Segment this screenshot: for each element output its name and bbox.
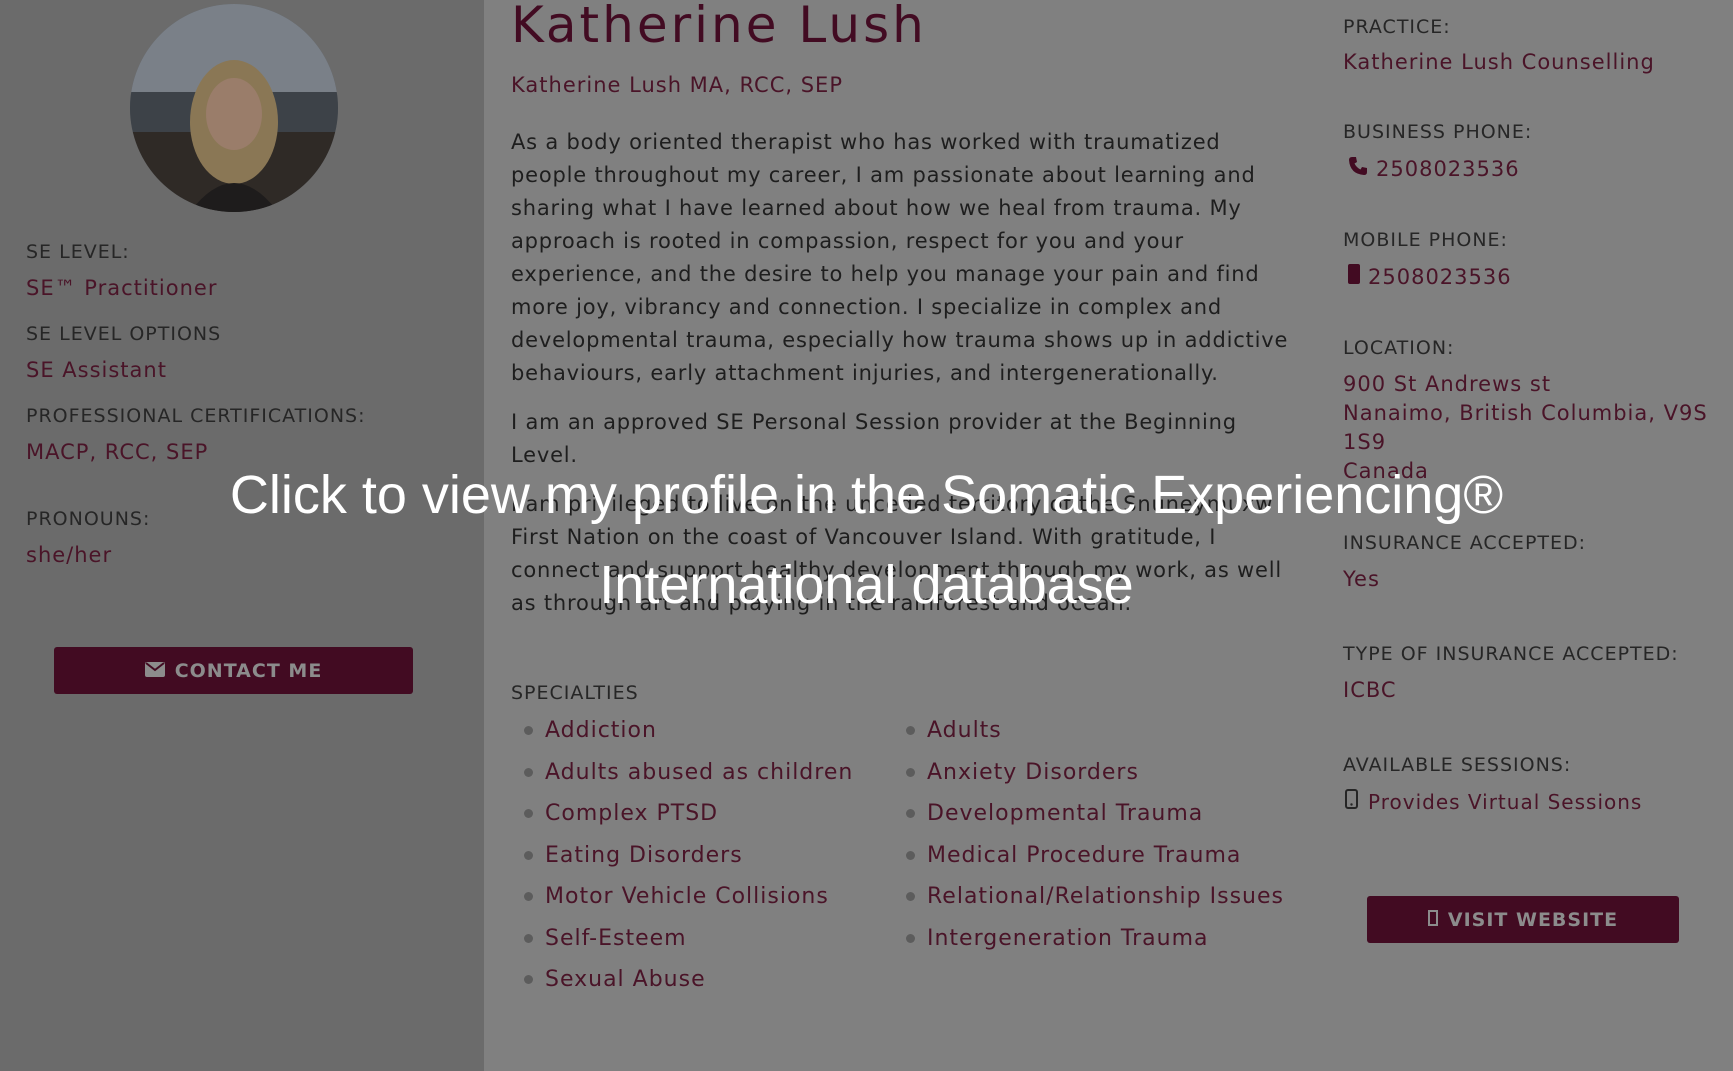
sessions-label: AVAILABLE SESSIONS: (1343, 754, 1572, 776)
pronouns-value: she/her (26, 543, 113, 567)
avatar (130, 4, 338, 212)
specialty-item: Medical Procedure Trauma (906, 843, 1241, 868)
visit-website-label: VISIT WEBSITE (1447, 908, 1619, 931)
visit-website-button[interactable]: VISIT WEBSITE (1367, 896, 1679, 943)
practice-value: Katherine Lush Counselling (1343, 50, 1655, 74)
insurance-type-label: TYPE OF INSURANCE ACCEPTED: (1343, 643, 1679, 665)
location-line-2: Nanaimo, British Columbia, V9S (1343, 401, 1708, 425)
certifications-label: PROFESSIONAL CERTIFICATIONS: (26, 405, 366, 427)
bullet-icon (906, 851, 915, 860)
bio-text-2: I am an approved SE Personal Session pro… (511, 410, 1237, 467)
location-line-1: 900 St Andrews st (1343, 372, 1552, 396)
specialty-item: Motor Vehicle Collisions (524, 884, 829, 909)
specialty-label: Addiction (545, 718, 657, 743)
se-level-label: SE LEVEL: (26, 241, 130, 263)
contact-me-button[interactable]: CONTACT ME (54, 647, 413, 694)
bullet-icon (906, 809, 915, 818)
bullet-icon (524, 851, 533, 860)
se-options-value: SE Assistant (26, 358, 167, 382)
mobile-icon (1348, 264, 1360, 289)
bio-paragraph-3: I am privileged to live on the unceded t… (511, 488, 1301, 620)
specialty-item: Adults (906, 718, 1002, 743)
bullet-icon (524, 726, 533, 735)
specialties-heading: SPECIALTIES (511, 682, 639, 704)
specialty-label: Complex PTSD (545, 801, 719, 826)
mobile-phone-label: MOBILE PHONE: (1343, 229, 1508, 251)
contact-me-label: CONTACT ME (174, 659, 323, 682)
se-level-value: SE™ Practitioner (26, 276, 218, 300)
specialty-label: Adults abused as children (545, 760, 854, 785)
page-title: Katherine Lush (511, 0, 927, 54)
location-line-4: Canada (1343, 459, 1429, 483)
specialty-item: Self-Esteem (524, 926, 687, 951)
certifications-value: MACP, RCC, SEP (26, 440, 209, 464)
bullet-icon (906, 768, 915, 777)
bullet-icon (524, 975, 533, 984)
mobile-icon (1345, 789, 1358, 814)
specialty-label: Relational/Relationship Issues (927, 884, 1284, 909)
bullet-icon (524, 934, 533, 943)
specialty-item: Developmental Trauma (906, 801, 1203, 826)
phone-icon (1348, 156, 1368, 181)
specialty-item: Complex PTSD (524, 801, 718, 826)
credentials: Katherine Lush MA, RCC, SEP (511, 73, 843, 97)
external-link-icon (1427, 909, 1438, 931)
insurance-value: Yes (1343, 567, 1380, 591)
specialty-label: Self-Esteem (545, 926, 687, 951)
bullet-icon (906, 892, 915, 901)
bio-text-3: I am privileged to live on the unceded t… (511, 492, 1283, 615)
specialty-item: Sexual Abuse (524, 967, 706, 992)
specialty-item: Addiction (524, 718, 657, 743)
specialty-label: Anxiety Disorders (927, 760, 1139, 785)
pronouns-label: PRONOUNS: (26, 508, 151, 530)
specialty-label: Intergeneration Trauma (927, 926, 1209, 951)
specialty-item: Intergeneration Trauma (906, 926, 1208, 951)
specialty-label: Developmental Trauma (927, 801, 1204, 826)
bullet-icon (906, 934, 915, 943)
business-phone[interactable]: 2508023536 (1348, 156, 1520, 181)
specialty-label: Medical Procedure Trauma (927, 843, 1242, 868)
specialty-label: Motor Vehicle Collisions (545, 884, 829, 909)
bio-paragraph-1: As a body oriented therapist who has wor… (511, 126, 1301, 390)
bullet-icon (524, 768, 533, 777)
bullet-icon (524, 892, 533, 901)
insurance-type-value: ICBC (1343, 678, 1397, 702)
mobile-phone[interactable]: 2508023536 (1348, 264, 1512, 289)
bullet-icon (524, 809, 533, 818)
specialty-label: Sexual Abuse (545, 967, 706, 992)
location-line-3: 1S9 (1343, 430, 1387, 454)
practice-label: PRACTICE: (1343, 16, 1451, 38)
insurance-label: INSURANCE ACCEPTED: (1343, 532, 1587, 554)
specialty-item: Anxiety Disorders (906, 760, 1139, 785)
sessions-value: Provides Virtual Sessions (1368, 789, 1643, 814)
envelope-icon (144, 660, 165, 682)
specialty-item: Eating Disorders (524, 843, 743, 868)
location-label: LOCATION: (1343, 337, 1455, 359)
mobile-phone-value: 2508023536 (1368, 264, 1512, 289)
profile-photo (130, 4, 338, 212)
specialty-item: Relational/Relationship Issues (906, 884, 1284, 909)
bio-text-1: As a body oriented therapist who has wor… (511, 130, 1289, 385)
business-phone-label: BUSINESS PHONE: (1343, 121, 1533, 143)
se-options-label: SE LEVEL OPTIONS (26, 323, 222, 345)
bio-paragraph-2: I am an approved SE Personal Session pro… (511, 406, 1301, 472)
specialty-label: Eating Disorders (545, 843, 743, 868)
bullet-icon (906, 726, 915, 735)
specialty-label: Adults (927, 718, 1002, 743)
business-phone-value: 2508023536 (1376, 156, 1520, 181)
specialty-item: Adults abused as children (524, 760, 853, 785)
sessions-value-row: Provides Virtual Sessions (1345, 789, 1642, 814)
